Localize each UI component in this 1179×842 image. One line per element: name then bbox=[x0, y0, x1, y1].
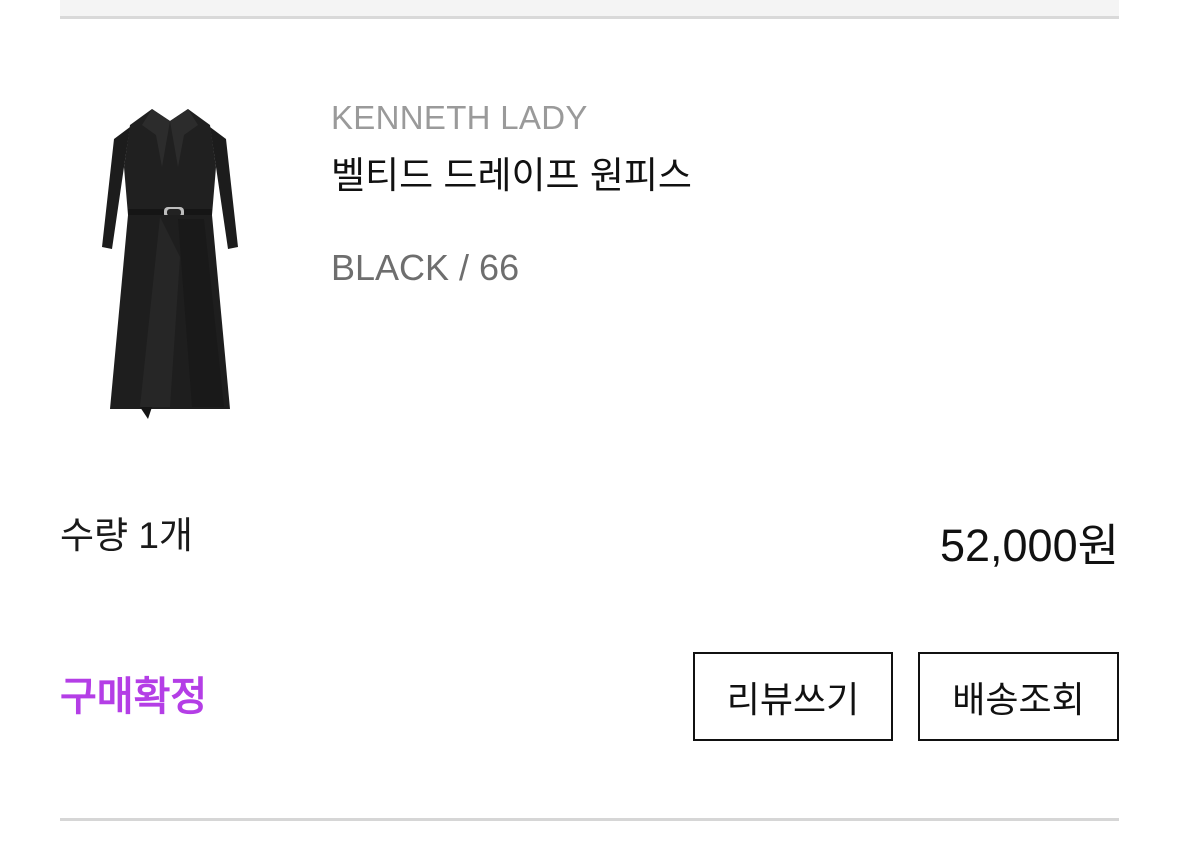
order-item-card: KENNETH LADY 벨티드 드레이프 원피스 BLACK / 66 수량 … bbox=[60, 19, 1119, 821]
product-option: BLACK / 66 bbox=[331, 247, 520, 288]
previous-section-divider bbox=[60, 0, 1119, 19]
write-review-button[interactable]: 리뷰쓰기 bbox=[693, 652, 893, 741]
order-status: 구매확정 bbox=[60, 675, 208, 719]
black-dress-image bbox=[102, 109, 238, 419]
product-thumbnail[interactable] bbox=[100, 107, 240, 422]
item-price: 52,000원 bbox=[939, 520, 1119, 571]
product-name[interactable]: 벨티드 드레이프 원피스 bbox=[331, 153, 1091, 199]
quantity-label: 수량 1개 bbox=[60, 515, 193, 556]
section-divider bbox=[60, 818, 1119, 821]
brand-name[interactable]: KENNETH LADY bbox=[331, 97, 1091, 139]
product-info: KENNETH LADY 벨티드 드레이프 원피스 BLACK / 66 bbox=[331, 97, 1091, 291]
track-delivery-button[interactable]: 배송조회 bbox=[918, 652, 1119, 741]
